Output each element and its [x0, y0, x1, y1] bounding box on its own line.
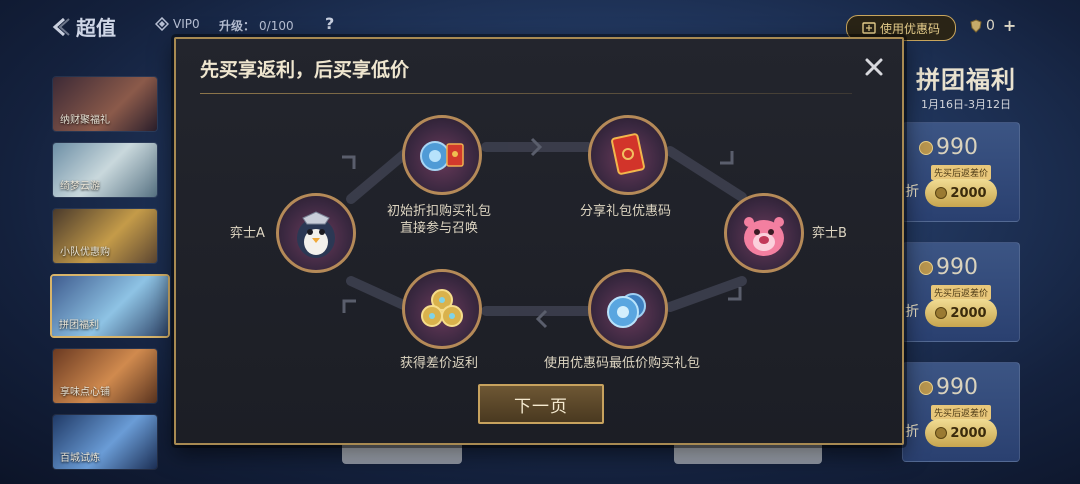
- step-buy-node: [402, 115, 482, 195]
- gold-coins-icon: [421, 289, 463, 327]
- buy-bundle-price: 2000: [950, 425, 987, 441]
- sidebar-item-label: 拼团福利: [59, 320, 99, 331]
- vip-diamond-icon: [155, 17, 169, 31]
- step-lowest-price-node: [588, 269, 668, 349]
- bundle-price: 990: [919, 135, 978, 160]
- coupon-icon: [862, 22, 876, 34]
- corner-arrow-icon: [720, 151, 734, 165]
- bundle-price-value: 990: [936, 255, 978, 280]
- use-coupon-label: 使用优惠码: [879, 21, 940, 36]
- bundle-card[interactable]: 990 先买后返差价 折 2000: [902, 242, 1020, 342]
- shield-currency-icon: [970, 18, 982, 33]
- next-page-button[interactable]: 下一页: [478, 384, 604, 424]
- promo-title: 拼团福利: [916, 66, 1016, 94]
- sidebar-item-label: 纳财聚福礼: [60, 115, 110, 126]
- sidebar-item-0[interactable]: 纳财聚福礼: [52, 76, 158, 132]
- add-currency-button[interactable]: +: [1003, 16, 1016, 35]
- blue-orbs-icon: [607, 293, 646, 328]
- player-b-caption: 弈士B: [812, 226, 847, 241]
- penguin-avatar-icon: [297, 211, 335, 258]
- coin-icon: [919, 260, 933, 275]
- sidebar-item-3[interactable]: 拼团福利: [50, 274, 170, 338]
- bundle-card[interactable]: 990 先买后返差价 折 2000: [902, 122, 1020, 222]
- red-packet-icon: [611, 133, 645, 175]
- sidebar-item-4[interactable]: 享味点心铺: [52, 348, 158, 404]
- coin-icon: [935, 307, 948, 319]
- step-rebate-node: [402, 269, 482, 349]
- vip-level-text: VIP0: [173, 17, 200, 31]
- step-buy-caption: 初始折扣购买礼包 直接参与召唤: [387, 203, 491, 237]
- step-share-caption: 分享礼包优惠码: [580, 204, 672, 219]
- rebate-tag: 先买后返差价: [931, 165, 992, 180]
- page-title: 超值: [76, 16, 116, 40]
- sidebar-item-5[interactable]: 百城试炼: [52, 414, 158, 470]
- back-arrow-icon: [52, 17, 70, 36]
- orb-and-red-packet-icon: [420, 141, 464, 171]
- coin-icon: [919, 380, 933, 395]
- vip-level[interactable]: VIP0: [155, 17, 200, 31]
- currency-display: 0 +: [970, 16, 1016, 35]
- sidebar-item-label: 享味点心铺: [60, 387, 110, 398]
- bundle-price: 990: [919, 375, 978, 400]
- buy-bundle-button[interactable]: 2000: [925, 299, 997, 327]
- player-a-caption: 弈士A: [230, 226, 265, 241]
- player-a-node: [276, 193, 356, 273]
- rebate-tag: 先买后返差价: [931, 405, 992, 420]
- back-button[interactable]: 超值: [50, 12, 116, 41]
- step-lowest-price-caption: 使用优惠码最低价购买礼包: [544, 356, 701, 371]
- corner-arrow-icon: [342, 155, 356, 169]
- help-button[interactable]: ?: [325, 14, 334, 33]
- buy-bundle-button[interactable]: 2000: [925, 179, 997, 207]
- bundle-price-value: 990: [936, 135, 978, 160]
- step-share-node: [588, 115, 668, 195]
- buy-bundle-button[interactable]: 2000: [925, 419, 997, 447]
- discount-suffix: 折: [905, 304, 919, 320]
- promo-date-range: 1月16日-3月12日: [921, 98, 1011, 111]
- bundle-price: 990: [919, 255, 978, 280]
- coin-icon: [935, 427, 948, 439]
- bundle-card[interactable]: 990 先买后返差价 折 2000: [902, 362, 1020, 462]
- step-buy-caption-line1: 初始折扣购买礼包: [387, 204, 492, 219]
- coin-icon: [919, 140, 933, 155]
- sidebar-item-label: 百城试炼: [60, 453, 100, 464]
- discount-suffix: 折: [905, 424, 919, 440]
- buy-bundle-price: 2000: [950, 185, 987, 201]
- explanation-dialog: 先买享返利，后买享低价 弈士A 初始折扣购买礼包 直接参与召唤 分享礼包优惠码 …: [174, 37, 904, 445]
- player-b-node: [724, 193, 804, 273]
- pink-creature-avatar-icon: [744, 217, 784, 256]
- upgrade-value: 0/100: [259, 19, 294, 33]
- currency-amount: 0: [986, 17, 995, 34]
- step-buy-caption-line2: 直接参与召唤: [400, 221, 479, 236]
- corner-arrow-icon: [342, 299, 356, 313]
- coin-icon: [935, 187, 948, 199]
- sidebar-item-2[interactable]: 小队优惠购: [52, 208, 158, 264]
- buy-bundle-price: 2000: [950, 305, 987, 321]
- sidebar-item-label: 绮梦云游: [60, 181, 100, 192]
- rebate-tag: 先买后返差价: [931, 285, 992, 300]
- sidebar: 纳财聚福礼 绮梦云游 小队优惠购 拼团福利 享味点心铺 百城试炼: [50, 76, 170, 480]
- upgrade-label: 升级：: [219, 19, 256, 33]
- step-rebate-caption: 获得差价返利: [400, 356, 479, 371]
- sidebar-item-label: 小队优惠购: [60, 247, 110, 258]
- sidebar-item-1[interactable]: 绮梦云游: [52, 142, 158, 198]
- upgrade-progress: 升级： 0/100: [219, 17, 294, 34]
- bundle-price-value: 990: [936, 375, 978, 400]
- discount-suffix: 折: [905, 184, 919, 200]
